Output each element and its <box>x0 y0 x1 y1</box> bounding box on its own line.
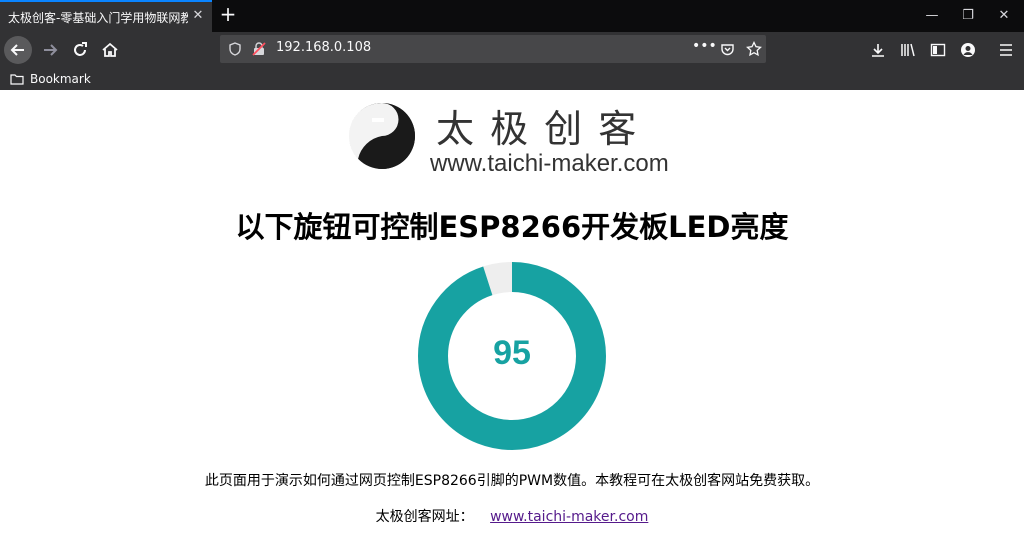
back-arrow-icon <box>10 44 24 56</box>
window-close-icon[interactable]: ✕ <box>994 6 1014 26</box>
logo-url-text: www.taichi-maker.com <box>430 150 669 177</box>
browser-chrome: 太极创客-零基础入门学用物联网教 ✕ + — ❐ ✕ 192.168.0.108… <box>0 0 1024 90</box>
shield-icon[interactable] <box>228 42 242 56</box>
menu-icon[interactable] <box>998 42 1014 58</box>
url-text[interactable]: 192.168.0.108 <box>276 40 371 55</box>
nav-bar: 192.168.0.108 ••• <box>0 32 1024 68</box>
sidebar-icon[interactable] <box>930 42 946 58</box>
reload-icon <box>74 42 87 56</box>
downloads-icon[interactable] <box>870 42 886 58</box>
url-bar[interactable]: 192.168.0.108 ••• <box>220 35 766 63</box>
home-button[interactable] <box>96 36 124 64</box>
site-logo: 太 极 创 客 www.taichi-maker.com <box>344 96 688 180</box>
bookmark-star-icon[interactable] <box>746 41 762 57</box>
tab-title: 太极创客-零基础入门学用物联网教 <box>8 11 188 25</box>
description-text: 此页面用于演示如何通过网页控制ESP8266引脚的PWM数值。本教程可在太极创客… <box>204 473 820 489</box>
pocket-icon[interactable] <box>720 42 735 57</box>
restore-icon[interactable]: ❐ <box>958 6 978 26</box>
home-icon <box>102 42 118 57</box>
page-actions-icon[interactable]: ••• <box>692 38 717 54</box>
tab-close-icon[interactable]: ✕ <box>190 8 206 24</box>
logo-chinese-text: 太 极 创 客 <box>436 107 639 151</box>
library-icon[interactable] <box>900 42 916 58</box>
forward-button[interactable] <box>36 36 64 64</box>
page-title: 以下旋钮可控制ESP8266开发板LED亮度 <box>235 210 789 244</box>
folder-icon <box>10 74 24 85</box>
reload-button[interactable] <box>66 36 94 64</box>
back-button[interactable] <box>4 36 32 64</box>
insecure-lock-icon[interactable] <box>252 42 266 56</box>
site-label: 太极创客网址： <box>375 509 474 525</box>
site-link[interactable]: www.taichi-maker.com <box>490 509 648 525</box>
web-page: 太 极 创 客 www.taichi-maker.com 以下旋钮可控制ESP8… <box>0 90 1024 546</box>
site-info-line: 太极创客网址： www.taichi-maker.com <box>0 506 1024 526</box>
bookmark-bar: Bookmark <box>0 68 1024 90</box>
minimize-icon[interactable]: — <box>922 6 942 26</box>
tab-bar: 太极创客-零基础入门学用物联网教 ✕ + — ❐ ✕ <box>0 0 1024 32</box>
bookmark-label: Bookmark <box>30 72 91 86</box>
knob-value: 95 <box>493 334 531 372</box>
forward-arrow-icon <box>44 44 58 56</box>
new-tab-icon[interactable]: + <box>218 4 238 24</box>
bookmark-item[interactable]: Bookmark <box>10 71 91 87</box>
active-tab[interactable]: 太极创客-零基础入门学用物联网教 ✕ <box>0 0 212 32</box>
account-icon[interactable] <box>960 42 976 58</box>
